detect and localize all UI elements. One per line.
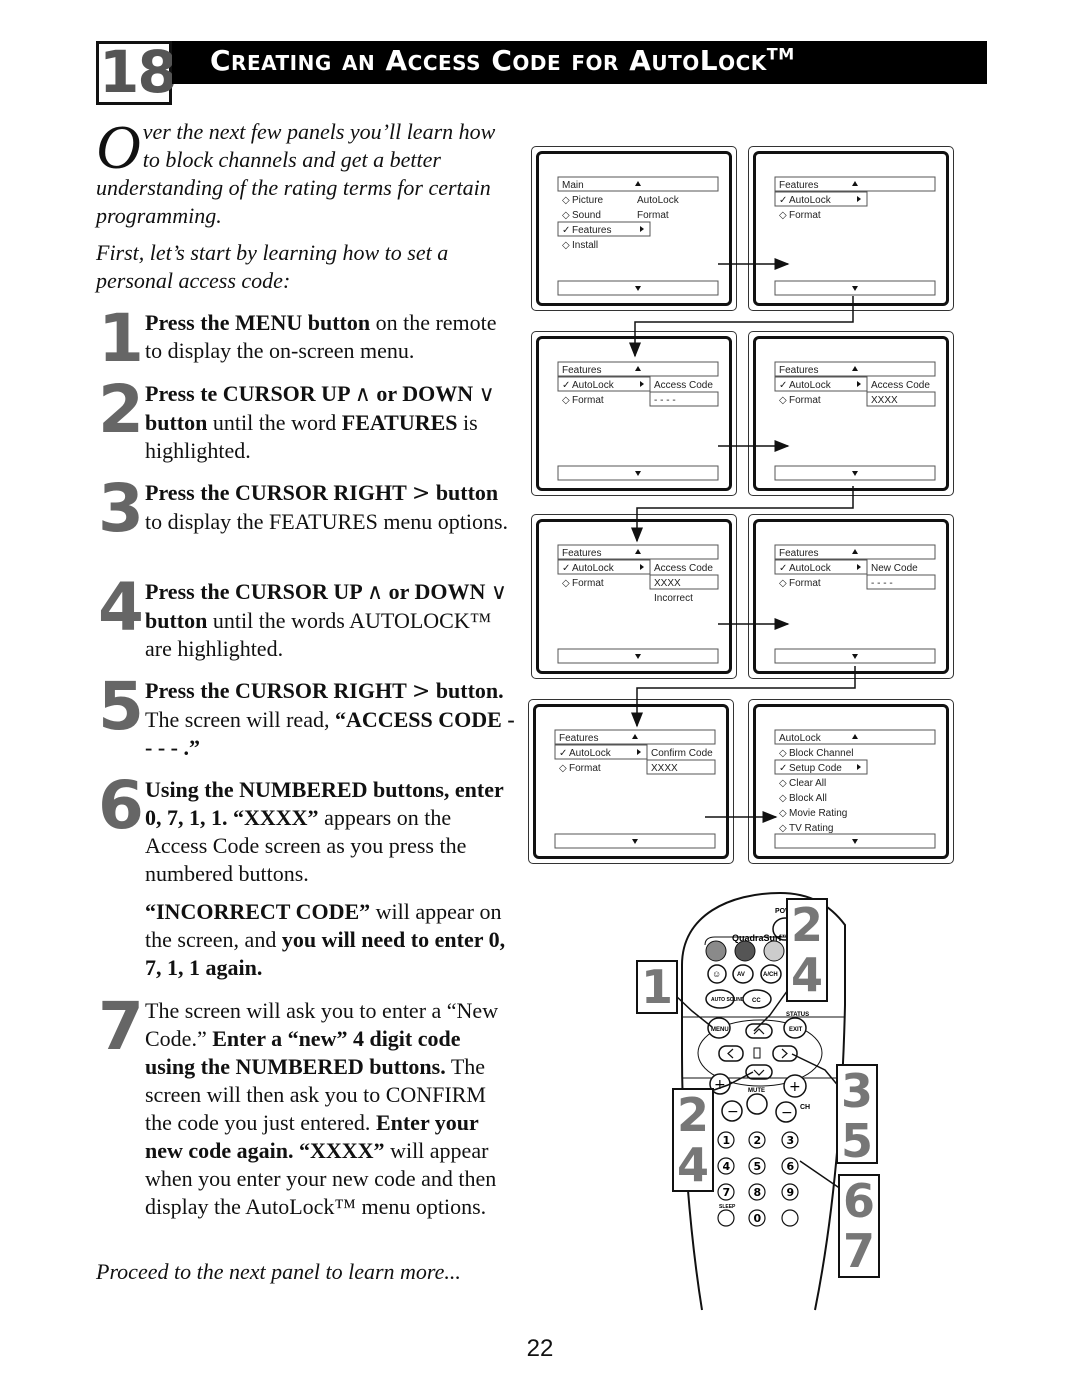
cc-label: CC xyxy=(752,998,761,1004)
digit-label: 2 xyxy=(754,1134,762,1147)
menu-label: MENU xyxy=(711,1027,729,1033)
blank-button[interactable] xyxy=(781,1209,799,1227)
ach-label: A/CH xyxy=(763,972,778,978)
proceed-note: Proceed to the next panel to learn more.… xyxy=(96,1259,461,1284)
digit-label: 7 xyxy=(723,1186,731,1199)
digit-label: 5 xyxy=(754,1160,762,1173)
arrow-6-7 xyxy=(631,666,856,728)
step-7: 7 The screen will ask you to enter a “New… xyxy=(96,988,516,1221)
callout-steps-2-4-up: 24 xyxy=(786,898,828,1002)
cursor-left-button[interactable] xyxy=(718,1045,744,1062)
page-number: 22 xyxy=(526,1335,554,1362)
digit-label: 0 xyxy=(754,1212,762,1225)
quadrasurf-button-2[interactable] xyxy=(734,940,756,962)
arrow-2-3 xyxy=(629,296,854,358)
cursor-right-button[interactable] xyxy=(772,1045,798,1062)
mute-label: MUTE xyxy=(748,1088,765,1094)
flow-arrows xyxy=(629,258,856,823)
digit-label: 6 xyxy=(787,1160,795,1173)
digit-label: 1 xyxy=(723,1134,731,1147)
step-text: The screen will ask you to enter a “New … xyxy=(145,998,499,1219)
ch-label: CH xyxy=(800,1104,810,1111)
sleep-button[interactable] xyxy=(717,1209,735,1227)
arrow-4-5 xyxy=(631,486,854,543)
digit-label: 3 xyxy=(787,1134,795,1147)
svg-text:−: − xyxy=(727,1104,739,1120)
quadrasurf-button-1[interactable] xyxy=(705,940,727,962)
svg-text:+: + xyxy=(789,1079,801,1095)
step-note: “INCORRECT CODE” will appear on the scre… xyxy=(96,898,516,982)
digit-label: 4 xyxy=(723,1160,731,1173)
callout-step-1: 1 xyxy=(636,960,678,1014)
smiley-icon: ☺ xyxy=(712,969,721,979)
sleep-label: SLEEP xyxy=(719,1204,736,1210)
digit-label: 8 xyxy=(754,1186,762,1199)
av-label: AV xyxy=(737,972,745,978)
callout-steps-2-4-down: 24 xyxy=(672,1088,714,1192)
quadrasurf-button-3[interactable] xyxy=(763,940,785,962)
svg-text:−: − xyxy=(781,1105,793,1121)
callout-steps-6-7: 67 xyxy=(838,1174,880,1278)
tv-icon xyxy=(753,1047,761,1059)
auto-sound-label: AUTO SOUND xyxy=(711,997,745,1003)
digit-label: 9 xyxy=(787,1186,795,1199)
mute-button[interactable] xyxy=(746,1093,768,1115)
svg-text:+: + xyxy=(714,1077,726,1093)
callout-steps-3-5: 35 xyxy=(836,1064,878,1166)
status-label: STATUS xyxy=(786,1012,809,1018)
step-text: “INCORRECT CODE” will appear on the scre… xyxy=(145,899,506,980)
exit-label: EXIT xyxy=(789,1027,803,1033)
cursor-down-button[interactable] xyxy=(745,1064,773,1080)
step-number: 7 xyxy=(98,988,144,1065)
